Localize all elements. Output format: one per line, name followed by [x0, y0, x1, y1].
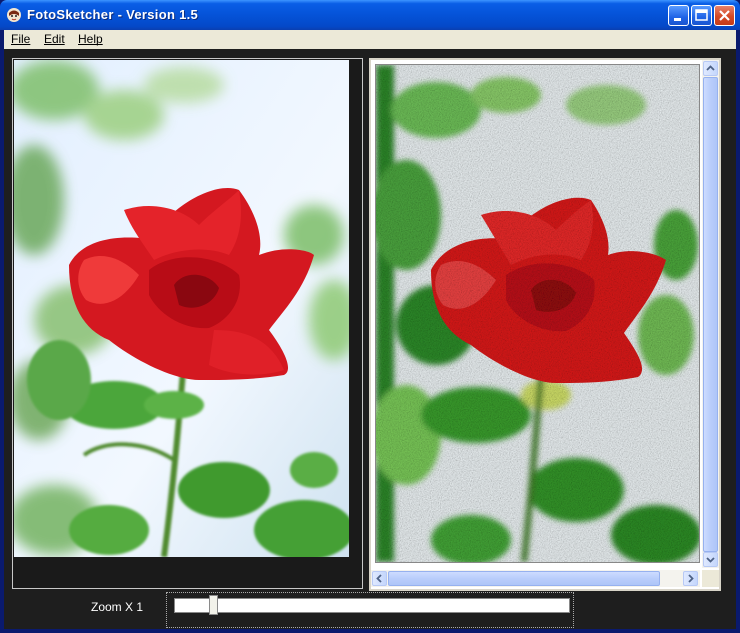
app-window: FotoSketcher - Version 1.5 File Edit Hel…: [0, 0, 740, 633]
zoom-label: Zoom X 1: [91, 600, 144, 614]
chevron-left-icon: [376, 574, 382, 583]
title-bar[interactable]: FotoSketcher - Version 1.5: [0, 0, 740, 30]
scroll-down-button[interactable]: [703, 552, 718, 567]
vertical-scrollbar[interactable]: [702, 60, 719, 568]
horizontal-scroll-thumb[interactable]: [388, 571, 660, 586]
menu-bar: File Edit Help: [4, 30, 736, 49]
chevron-down-icon: [706, 557, 715, 563]
horizontal-scrollbar[interactable]: [371, 570, 700, 587]
scroll-right-button[interactable]: [683, 571, 698, 586]
chevron-up-icon: [706, 65, 715, 71]
close-icon: [719, 10, 730, 21]
scroll-up-button[interactable]: [703, 61, 718, 76]
menu-file[interactable]: File: [11, 32, 30, 46]
client-area: Zoom X 1: [4, 49, 736, 629]
zoom-slider-thumb[interactable]: [209, 595, 219, 615]
zoom-slider[interactable]: [166, 592, 574, 628]
chevron-right-icon: [688, 574, 694, 583]
zoom-slider-track[interactable]: [174, 598, 570, 613]
vertical-scroll-thumb[interactable]: [703, 77, 718, 552]
scrollbar-corner: [702, 570, 719, 587]
result-image-panel: [369, 58, 721, 591]
minimize-button[interactable]: [668, 5, 689, 26]
menu-help[interactable]: Help: [78, 32, 103, 46]
original-photo: [14, 60, 349, 557]
minimize-icon: [674, 18, 681, 21]
original-image-panel: [12, 58, 363, 589]
window-title: FotoSketcher - Version 1.5: [27, 7, 199, 22]
menu-edit[interactable]: Edit: [44, 32, 65, 46]
maximize-button[interactable]: [691, 5, 712, 26]
close-button[interactable]: [714, 5, 735, 26]
app-icon: [7, 8, 21, 22]
painted-result-image: [375, 64, 700, 563]
maximize-icon: [695, 9, 708, 21]
scroll-left-button[interactable]: [372, 571, 387, 586]
